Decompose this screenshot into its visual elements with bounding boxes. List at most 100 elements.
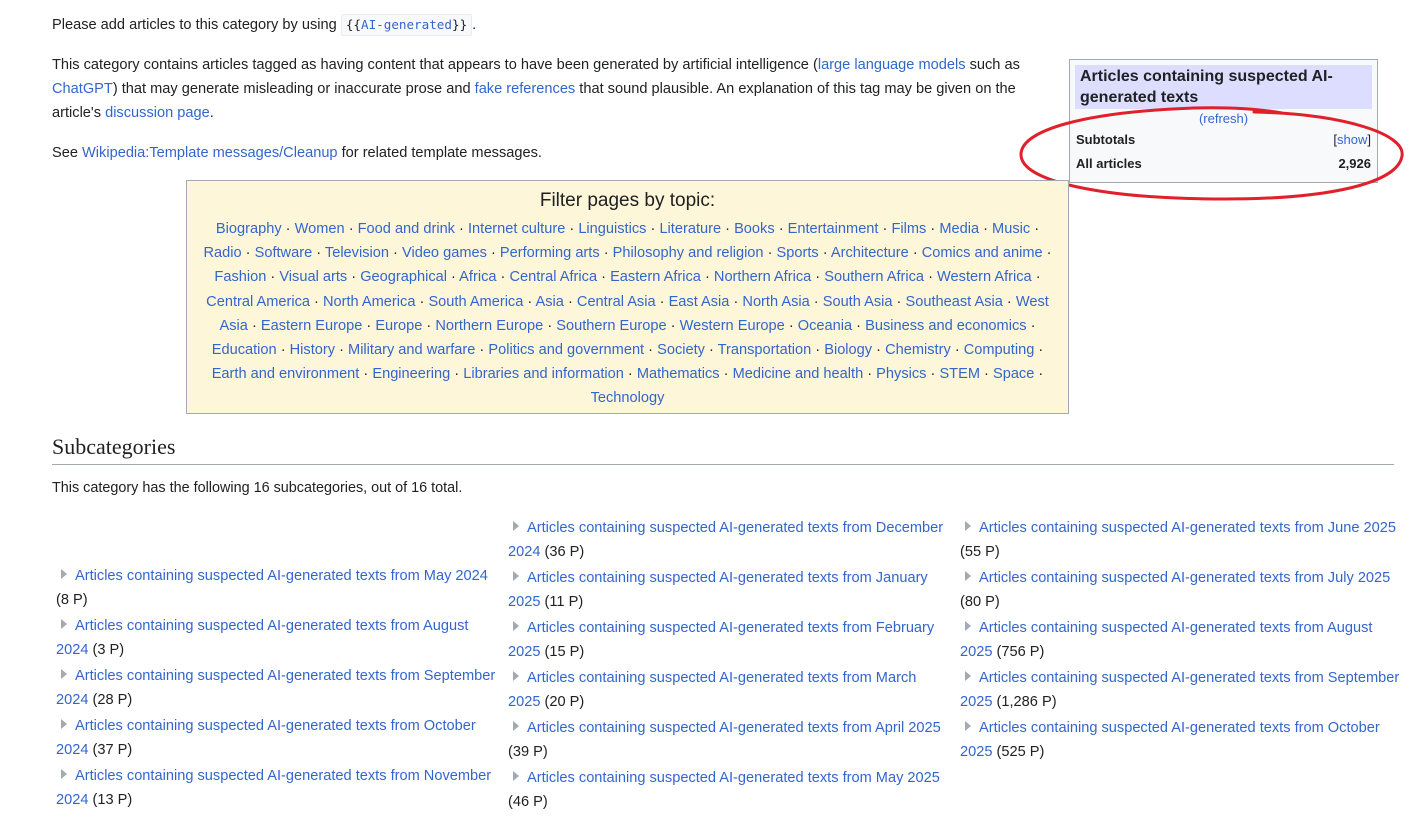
topic-link[interactable]: East Asia [669, 294, 730, 310]
topic-link[interactable]: Linguistics [578, 221, 646, 237]
expand-triangle-icon[interactable] [61, 569, 67, 579]
show-toggle: [show] [1333, 130, 1371, 150]
expand-triangle-icon[interactable] [61, 669, 67, 679]
template-messages-cleanup-link[interactable]: Wikipedia:Template messages/Cleanup [82, 145, 338, 161]
topic-link[interactable]: Southern Africa [824, 269, 924, 285]
topic-link[interactable]: Computing [964, 342, 1035, 358]
topic-link[interactable]: Southern Europe [556, 318, 666, 334]
expand-triangle-icon[interactable] [513, 721, 519, 731]
expand-triangle-icon[interactable] [965, 571, 971, 581]
expand-triangle-icon[interactable] [61, 619, 67, 629]
subcategory-page-count: (1,286 P) [996, 694, 1057, 710]
topic-link[interactable]: Society [657, 342, 705, 358]
topic-link[interactable]: Mathematics [637, 366, 720, 382]
topic-link[interactable]: Geographical [360, 269, 447, 285]
expand-triangle-icon[interactable] [965, 621, 971, 631]
expand-triangle-icon[interactable] [513, 621, 519, 631]
topic-link[interactable]: Central America [206, 294, 310, 310]
topic-link[interactable]: Literature [659, 221, 721, 237]
topic-link[interactable]: Western Europe [680, 318, 785, 334]
topic-link[interactable]: Food and drink [358, 221, 455, 237]
topic-link[interactable]: Architecture [831, 245, 909, 261]
topic-link[interactable]: Eastern Africa [610, 269, 701, 285]
topic-link[interactable]: STEM [939, 366, 980, 382]
topic-link[interactable]: Video games [402, 245, 487, 261]
topic-link[interactable]: Fashion [214, 269, 266, 285]
subcategory-link[interactable]: Articles containing suspected AI-generat… [979, 520, 1396, 536]
expand-triangle-icon[interactable] [513, 771, 519, 781]
topic-link[interactable]: Europe [375, 318, 422, 334]
topic-link[interactable]: History [290, 342, 335, 358]
topic-link[interactable]: Biography [216, 221, 282, 237]
chatgpt-link[interactable]: ChatGPT [52, 81, 113, 97]
topic-link[interactable]: Military and warfare [348, 342, 475, 358]
topic-link[interactable]: Television [325, 245, 389, 261]
topic-link[interactable]: Comics and anime [922, 245, 1043, 261]
topic-link[interactable]: South Asia [823, 294, 893, 310]
topic-link[interactable]: Internet culture [468, 221, 565, 237]
topic-link[interactable]: Films [891, 221, 926, 237]
topic-link[interactable]: Performing arts [500, 245, 600, 261]
template-link[interactable]: AI-generated [361, 17, 452, 32]
topic-link[interactable]: North Asia [742, 294, 809, 310]
topic-link[interactable]: Media [939, 221, 979, 237]
topic-link[interactable]: Northern Europe [435, 318, 543, 334]
topic-link[interactable]: Women [295, 221, 345, 237]
topic-link[interactable]: Asia [536, 294, 564, 310]
topic-link[interactable]: Eastern Europe [261, 318, 362, 334]
topic-link[interactable]: Western Africa [937, 269, 1032, 285]
topic-link[interactable]: South America [428, 294, 523, 310]
expand-triangle-icon[interactable] [965, 671, 971, 681]
topic-link[interactable]: Space [993, 366, 1034, 382]
topic-link[interactable]: Central Asia [577, 294, 656, 310]
topic-link[interactable]: Southeast Asia [905, 294, 1002, 310]
topic-link[interactable]: Biology [824, 342, 872, 358]
large-language-models-link[interactable]: large language models [818, 57, 966, 73]
topic-separator: · [312, 245, 325, 262]
topic-link[interactable]: Books [734, 221, 775, 237]
topic-link[interactable]: Engineering [372, 366, 450, 382]
expand-triangle-icon[interactable] [61, 769, 67, 779]
expand-triangle-icon[interactable] [513, 521, 519, 531]
subcategory-item: Articles containing suspected AI-generat… [508, 666, 948, 714]
topic-separator: · [1030, 221, 1040, 237]
fake-references-link[interactable]: fake references [475, 81, 576, 97]
topic-link[interactable]: Chemistry [885, 342, 951, 358]
topic-link[interactable]: Business and economics [865, 318, 1026, 334]
topic-link[interactable]: Earth and environment [212, 366, 360, 382]
topic-separator: · [543, 317, 557, 334]
topic-link[interactable]: Music [992, 221, 1030, 237]
expand-triangle-icon[interactable] [965, 721, 971, 731]
topic-link[interactable]: Physics [876, 366, 926, 382]
topic-link[interactable]: Politics and government [488, 342, 644, 358]
show-subtotals-link[interactable]: show [1337, 132, 1367, 147]
topic-link[interactable]: Education [212, 342, 277, 358]
topic-link[interactable]: Philosophy and religion [613, 245, 764, 261]
topic-link[interactable]: Technology [591, 390, 665, 406]
expand-triangle-icon[interactable] [513, 671, 519, 681]
topic-link[interactable]: Visual arts [279, 269, 347, 285]
topic-link[interactable]: Entertainment [788, 221, 879, 237]
subcategory-link[interactable]: Articles containing suspected AI-generat… [527, 720, 941, 736]
topic-link[interactable]: Central Africa [509, 269, 597, 285]
topic-link[interactable]: Sports [777, 245, 819, 261]
expand-triangle-icon[interactable] [61, 719, 67, 729]
topic-link[interactable]: Oceania [798, 318, 852, 334]
topic-separator: · [447, 269, 460, 286]
subcategory-link[interactable]: Articles containing suspected AI-generat… [979, 570, 1390, 586]
topic-separator: · [597, 269, 611, 286]
topic-link[interactable]: North America [323, 294, 415, 310]
topic-link[interactable]: Radio [203, 245, 241, 261]
topic-link[interactable]: Transportation [718, 342, 812, 358]
topic-link[interactable]: Africa [459, 269, 496, 285]
topic-link[interactable]: Medicine and health [733, 366, 864, 382]
expand-triangle-icon[interactable] [965, 521, 971, 531]
subcategory-link[interactable]: Articles containing suspected AI-generat… [75, 568, 488, 584]
discussion-page-link[interactable]: discussion page [105, 105, 210, 121]
subcategory-link[interactable]: Articles containing suspected AI-generat… [527, 770, 940, 786]
topic-link[interactable]: Northern Africa [714, 269, 811, 285]
topic-link[interactable]: Libraries and information [463, 366, 624, 382]
expand-triangle-icon[interactable] [513, 571, 519, 581]
topic-link[interactable]: Software [255, 245, 313, 261]
refresh-link[interactable]: (refresh) [1199, 111, 1248, 126]
